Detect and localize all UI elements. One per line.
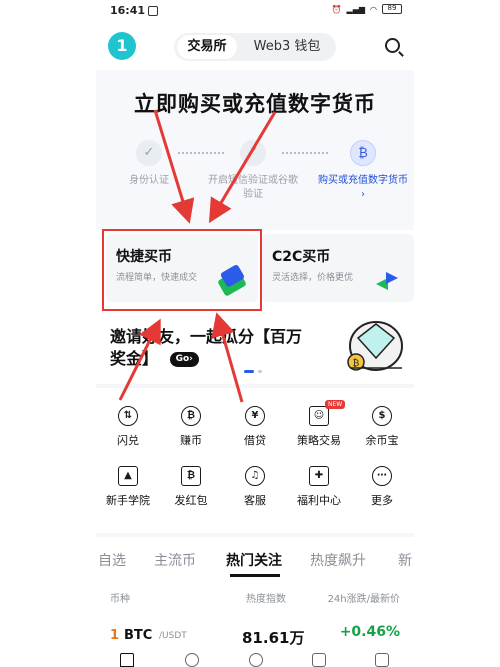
step-label: 开启短信验证或谷歌验证	[208, 175, 298, 200]
wifi-icon: ◠	[370, 4, 377, 14]
gift-icon: ✚	[309, 466, 329, 486]
pager-dot	[258, 370, 262, 373]
tab-new[interactable]: 新	[398, 550, 412, 570]
home-icon[interactable]	[120, 653, 134, 667]
red-packet-icon: ₿	[181, 466, 201, 486]
avatar[interactable]: 1	[108, 32, 136, 60]
graduation-cap-icon: ▲	[118, 466, 138, 486]
grid-label: 客服	[244, 494, 266, 507]
onboarding-banner: 立即购买或充值数字货币 ✓ 身份认证 ✓ 开启短信验证或谷歌验证 ₿ 购买或充值…	[96, 70, 414, 230]
new-badge: NEW	[325, 400, 346, 409]
step-identity: ✓ 身份认证	[104, 140, 194, 188]
market-column-headers: 币种 热度指数 24h涨跌/最新价	[96, 590, 414, 606]
status-time: 16:41	[110, 4, 146, 17]
section-divider	[96, 533, 414, 537]
c2c-buy-card[interactable]: C2C买币 灵活选择，价格更优	[262, 234, 414, 302]
column-change[interactable]: 24h涨跌/最新价	[328, 590, 400, 605]
status-bar: 16:41 ⏰ ▂▄▆ ◠ 89	[96, 0, 414, 22]
table-row[interactable]: 1 BTC /USDT 81.61万 +0.46%	[96, 622, 414, 647]
grid-item-swap[interactable]: ⇅ 闪兑	[96, 406, 160, 456]
signal-icon: ▂▄▆	[346, 4, 366, 14]
tab-favorites[interactable]: 自选	[98, 550, 126, 570]
swap-icon: ⇅	[118, 406, 138, 426]
column-coin: 币种	[110, 594, 130, 605]
active-tab-indicator	[230, 574, 280, 577]
tab-mainstream[interactable]: 主流币	[154, 550, 196, 570]
robot-mascot-icon: ₿	[347, 321, 403, 371]
step-verification: ✓ 开启短信验证或谷歌验证	[208, 140, 298, 202]
grid-item-savings[interactable]: $ 余币宝	[350, 406, 414, 456]
grid-item-red-packet[interactable]: ₿ 发红包	[159, 466, 223, 516]
invite-label: 邀请好友，一起瓜分【百万奖金】	[110, 327, 303, 368]
grid-item-strategy[interactable]: ☺ NEW 策略交易	[287, 400, 351, 456]
row-rank: 1	[110, 628, 120, 643]
step-buy-deposit[interactable]: ₿ 购买或充值数字货币 ›	[318, 140, 408, 202]
bitcoin-icon: ₿	[181, 406, 201, 426]
tab-exchange[interactable]: 交易所	[177, 35, 237, 59]
grid-label: 余币宝	[365, 434, 399, 447]
row-change: +0.46%	[339, 624, 400, 640]
markets-icon[interactable]	[185, 653, 199, 667]
grid-item-academy[interactable]: ▲ 新手学院	[96, 466, 160, 516]
bitcoin-icon: ₿	[350, 140, 376, 166]
chat-icon[interactable]	[312, 653, 326, 667]
app-screen: 16:41 ⏰ ▂▄▆ ◠ 89 1 交易所 Web3 钱包 立即购买或充值数字…	[96, 0, 414, 667]
search-icon[interactable]	[385, 38, 400, 53]
invite-text: 邀请好友，一起瓜分【百万奖金】 Go›	[110, 326, 315, 370]
tab-web3-wallet[interactable]: Web3 钱包	[242, 35, 332, 59]
robot-icon: ☺	[309, 406, 329, 426]
check-icon: ✓	[136, 140, 162, 166]
grid-label: 借贷	[244, 434, 266, 447]
status-indicators: ⏰ ▂▄▆ ◠ 89	[332, 4, 402, 14]
mode-switch: 交易所 Web3 钱包	[174, 33, 336, 61]
market-tabs: 自选 主流币 热门关注 热度飙升 新	[96, 546, 414, 577]
grid-item-support[interactable]: ♫ 客服	[223, 466, 287, 516]
bottom-nav	[96, 648, 414, 667]
grid-label: 福利中心	[297, 494, 341, 507]
tab-trending[interactable]: 热度飙升	[310, 550, 366, 570]
grid-item-rewards[interactable]: ✚ 福利中心	[287, 466, 351, 516]
screenshot-page: 16:41 ⏰ ▂▄▆ ◠ 89 1 交易所 Web3 钱包 立即购买或充值数字…	[0, 0, 500, 667]
column-heat[interactable]: 热度指数	[246, 590, 286, 605]
grid-label: 更多	[371, 494, 393, 507]
step-label: 身份认证	[129, 175, 169, 186]
grid-label: 策略交易	[297, 434, 341, 447]
moneybag-icon: $	[372, 406, 392, 426]
invite-banner[interactable]: 邀请好友，一起瓜分【百万奖金】 Go› ₿	[96, 321, 414, 382]
annotation-highlight-box	[102, 229, 262, 311]
grid-label: 新手学院	[106, 494, 150, 507]
grid-item-loan[interactable]: ¥ 借贷	[223, 406, 287, 456]
grid-label: 闪兑	[117, 434, 139, 447]
tab-hot[interactable]: 热门关注	[226, 550, 282, 570]
exchange-arrows-icon	[376, 272, 398, 290]
headset-icon: ♫	[245, 466, 265, 486]
row-pair: /USDT	[159, 631, 187, 641]
onboarding-steps: ✓ 身份认证 ✓ 开启短信验证或谷歌验证 ₿ 购买或充值数字货币 ›	[96, 140, 414, 220]
grid-item-earn[interactable]: ₿ 赚币	[159, 406, 223, 456]
top-bar: 1 交易所 Web3 钱包	[96, 28, 414, 64]
feature-grid: ⇅ 闪兑 ₿ 赚币 ¥ 借贷 ☺ NEW 策略交易 $ 余币宝 ▲ 新手学院 ₿…	[96, 398, 414, 528]
alarm-icon: ⏰	[331, 4, 342, 14]
step-label: 购买或充值数字货币 ›	[318, 175, 408, 200]
card-title: C2C买币	[272, 249, 331, 265]
loan-icon: ¥	[245, 406, 265, 426]
check-icon: ✓	[240, 140, 266, 166]
grid-item-more[interactable]: ⋯ 更多	[350, 466, 414, 516]
go-button[interactable]: Go›	[169, 352, 199, 367]
trade-icon[interactable]	[249, 653, 263, 667]
wallet-icon[interactable]	[375, 653, 389, 667]
card-subtitle: 灵活选择，价格更优	[272, 273, 354, 283]
grid-label: 赚币	[180, 434, 202, 447]
banner-headline: 立即购买或充值数字货币	[134, 92, 376, 116]
notification-icon	[148, 6, 158, 16]
section-divider	[96, 384, 414, 388]
row-symbol: BTC	[124, 628, 153, 643]
carousel-indicator	[244, 370, 264, 373]
row-heat: 81.61万	[242, 629, 305, 647]
more-icon: ⋯	[372, 466, 392, 486]
grid-label: 发红包	[174, 494, 208, 507]
pager-dot-active	[244, 370, 254, 373]
battery-icon: 89	[382, 4, 402, 14]
